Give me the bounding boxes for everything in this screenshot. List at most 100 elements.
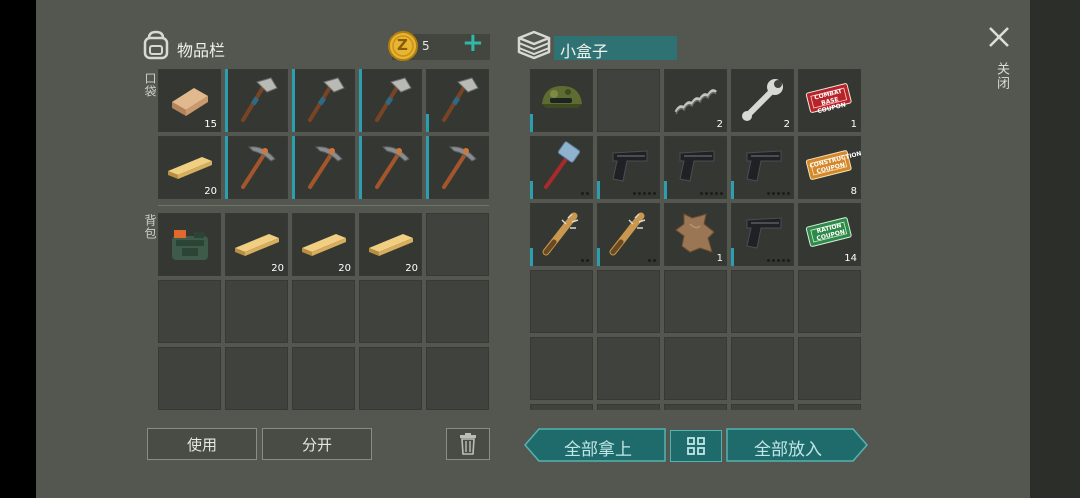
durability-bar <box>225 136 228 199</box>
inventory-slot-pistol[interactable] <box>664 136 727 199</box>
upgrade-dot <box>586 259 589 262</box>
inventory-slot-pickaxe[interactable] <box>359 136 422 199</box>
durability-bar <box>292 136 295 199</box>
durability-bar <box>731 181 734 199</box>
empty-slot[interactable] <box>597 337 660 400</box>
upgrade-dot <box>586 192 589 195</box>
upgrade-dots <box>767 259 790 262</box>
empty-slot[interactable] <box>530 270 593 333</box>
section-divider <box>158 205 489 206</box>
item-count: 20 <box>204 186 217 197</box>
empty-slot[interactable] <box>664 337 727 400</box>
empty-slot[interactable] <box>225 280 288 343</box>
screen-edge <box>1030 0 1080 498</box>
empty-slot[interactable] <box>292 280 355 343</box>
empty-slot[interactable] <box>798 270 861 333</box>
inventory-slot-pistol[interactable] <box>731 136 794 199</box>
upgrade-dot <box>777 192 780 195</box>
trash-button[interactable] <box>446 428 490 460</box>
inventory-slot-spiked-bat[interactable] <box>530 203 593 266</box>
inventory-slot-wood-plank[interactable]: 20 <box>359 213 422 276</box>
empty-slot[interactable] <box>664 404 727 410</box>
trash-icon <box>460 433 476 455</box>
upgrade-dot <box>772 192 775 195</box>
durability-bar <box>731 248 734 266</box>
durability-bar <box>664 181 667 199</box>
inventory-slot-wood-plank[interactable]: 20 <box>158 136 221 199</box>
empty-slot[interactable] <box>359 347 422 410</box>
empty-slot[interactable] <box>731 404 794 410</box>
empty-slot[interactable] <box>731 337 794 400</box>
upgrade-dot <box>710 192 713 195</box>
upgrade-dot <box>700 192 703 195</box>
inventory-slot-pistol[interactable] <box>731 203 794 266</box>
container-title: 小盒子 <box>560 42 609 61</box>
upgrade-dot <box>777 259 780 262</box>
inventory-slot-wood-plank[interactable]: 20 <box>225 213 288 276</box>
empty-slot[interactable] <box>597 69 660 132</box>
empty-slot[interactable] <box>664 270 727 333</box>
container-name-field[interactable]: 小盒子 <box>554 36 677 61</box>
take-all-button[interactable]: 全部拿上 <box>524 428 666 462</box>
empty-slot[interactable] <box>731 270 794 333</box>
inventory-slot-pickaxe[interactable] <box>426 136 489 199</box>
inventory-slot-green-coupon[interactable]: RATION COUPON 14 <box>798 203 861 266</box>
empty-slot[interactable] <box>225 347 288 410</box>
inventory-slot-pickaxe[interactable] <box>292 136 355 199</box>
split-button[interactable]: 分开 <box>262 428 372 460</box>
empty-slot[interactable] <box>359 280 422 343</box>
inventory-slot-hide[interactable]: 1 <box>664 203 727 266</box>
empty-slot[interactable] <box>530 404 593 410</box>
item-count: 15 <box>204 119 217 130</box>
empty-slot[interactable] <box>426 347 489 410</box>
inventory-slot-spring[interactable]: 2 <box>664 69 727 132</box>
empty-slot[interactable] <box>426 280 489 343</box>
upgrade-dots <box>581 259 589 262</box>
take-all-label: 全部拿上 <box>564 440 632 460</box>
inventory-slot-wood-log[interactable]: 15 <box>158 69 221 132</box>
empty-slot[interactable] <box>597 270 660 333</box>
upgrade-dot <box>633 192 636 195</box>
empty-slot[interactable] <box>292 347 355 410</box>
upgrade-dot <box>767 259 770 262</box>
upgrade-dot <box>767 192 770 195</box>
empty-slot[interactable] <box>426 213 489 276</box>
durability-bar <box>359 136 362 199</box>
durability-bar <box>426 136 429 199</box>
durability-bar <box>530 114 533 132</box>
coin-symbol: Z <box>397 36 408 54</box>
item-count: 2 <box>783 119 790 130</box>
inventory-slot-backpack-bag[interactable] <box>158 213 221 276</box>
put-all-label: 全部放入 <box>754 440 822 460</box>
empty-slot[interactable] <box>158 347 221 410</box>
inventory-slot-hatchet[interactable] <box>225 69 288 132</box>
inventory-slot-wrench[interactable]: 2 <box>731 69 794 132</box>
inventory-slot-hatchet[interactable] <box>426 69 489 132</box>
use-button[interactable]: 使用 <box>147 428 257 460</box>
put-all-button[interactable]: 全部放入 <box>726 428 868 462</box>
item-count: 14 <box>844 253 857 264</box>
close-button[interactable]: 关闭 <box>984 22 1014 102</box>
inventory-slot-pickaxe[interactable] <box>225 136 288 199</box>
inventory-slot-hatchet[interactable] <box>292 69 355 132</box>
layout-toggle-button[interactable] <box>670 430 722 462</box>
inventory-slot-red-coupon[interactable]: COMBAT BASE COUPON 1 <box>798 69 861 132</box>
empty-slot[interactable] <box>798 404 861 410</box>
inventory-slot-sledgehammer[interactable] <box>530 136 593 199</box>
empty-slot[interactable] <box>597 404 660 410</box>
empty-slot[interactable] <box>530 337 593 400</box>
item-count: 1 <box>716 253 723 264</box>
empty-slot[interactable] <box>798 337 861 400</box>
inventory-slot-pistol[interactable] <box>597 136 660 199</box>
inventory-slot-hatchet[interactable] <box>359 69 422 132</box>
inventory-slot-spiked-bat[interactable] <box>597 203 660 266</box>
inventory-slot-camo-cap[interactable] <box>530 69 593 132</box>
item-count: 20 <box>271 263 284 274</box>
add-coins-button[interactable]: + <box>462 28 484 58</box>
upgrade-dots <box>700 192 723 195</box>
inventory-slot-orange-coupon[interactable]: CONSTRUCTION COUPON 8 <box>798 136 861 199</box>
empty-slot[interactable] <box>158 280 221 343</box>
grid-icon <box>687 437 705 455</box>
inventory-slot-wood-plank[interactable]: 20 <box>292 213 355 276</box>
durability-bar <box>597 181 600 199</box>
